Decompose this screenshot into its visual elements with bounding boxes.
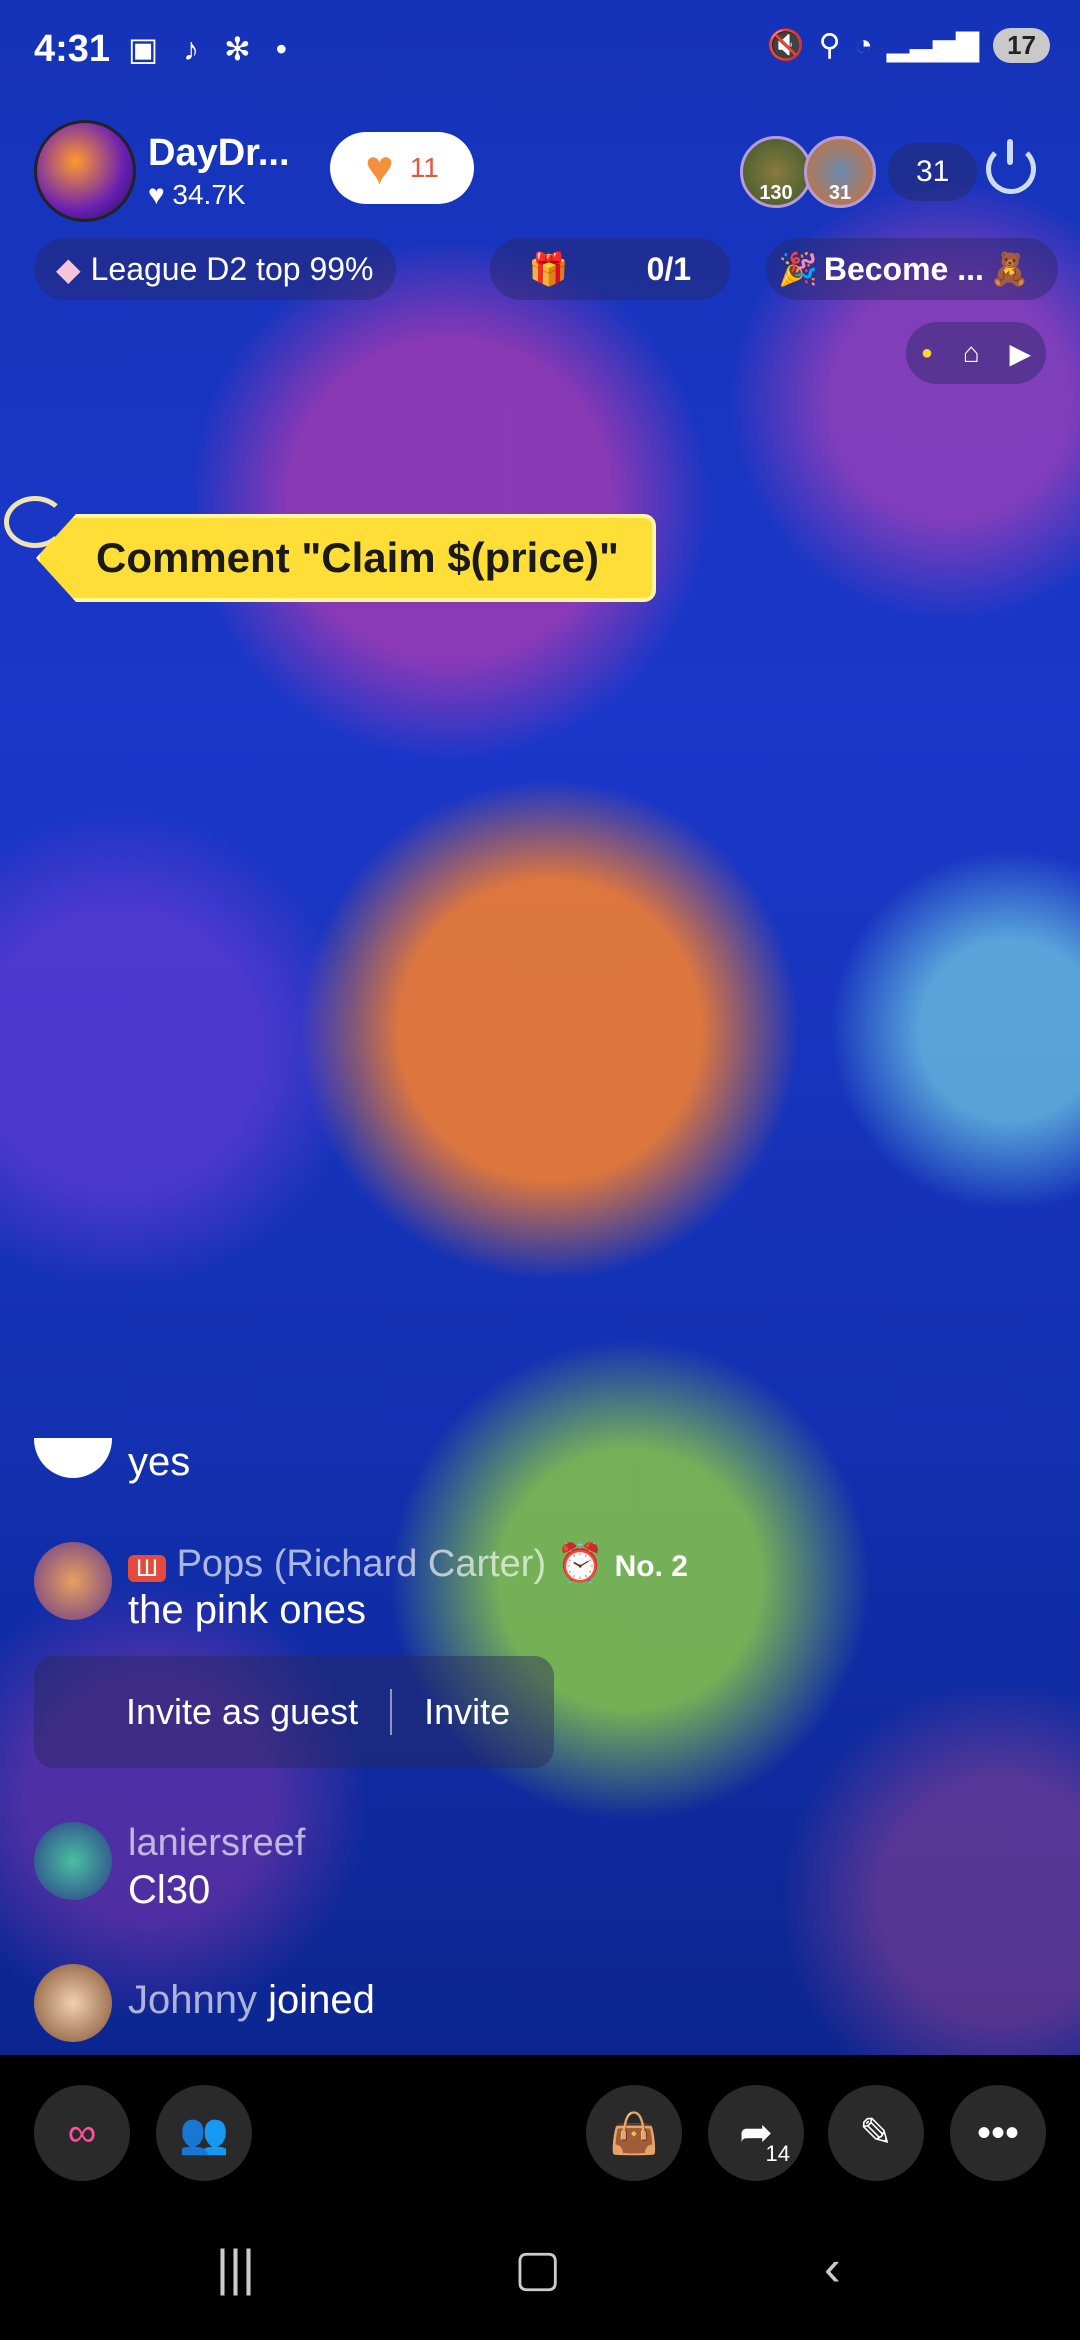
link-icon[interactable]: ∞ xyxy=(34,2085,130,2181)
mini-controls[interactable]: ● ⌂ ▶ xyxy=(906,322,1046,384)
bag-icon[interactable]: 👜 xyxy=(586,2085,682,2181)
viewer-badge: 31 xyxy=(828,182,852,204)
heart-icon: ♥ xyxy=(365,141,394,195)
become-label: Become ... xyxy=(823,250,984,287)
wifi-icon: ◔ xyxy=(854,28,873,62)
invite-separator xyxy=(390,1689,393,1735)
status-right: 🔇 ⚲ ◔ ▂▃▅▇ 17 xyxy=(767,28,1050,63)
host-avatar[interactable] xyxy=(34,120,136,222)
party-icon: 🎉 xyxy=(778,251,818,287)
power-icon[interactable] xyxy=(986,139,1036,194)
chat-username[interactable]: Ш Pops (Richard Carter) ⏰ No. 2 xyxy=(128,1542,688,1586)
status-notification-icons: ▣ ♪ ✻ • xyxy=(128,31,295,67)
bottom-toolbar: ∞ 👥 👜 ➦ 14 ✎ ••• xyxy=(0,2055,1080,2205)
claim-banner: Comment "Claim $(price)" xyxy=(36,514,656,602)
dot-icon: ● xyxy=(920,341,933,364)
invite-bar: Invite as guest Invite xyxy=(34,1656,554,1768)
follow-count: 11 xyxy=(409,152,439,183)
become-pill[interactable]: 🎉 Become ... 🧸 xyxy=(766,238,1058,300)
chat-message[interactable]: Ш Pops (Richard Carter) ⏰ No. 2 the pink… xyxy=(34,1542,934,1642)
magic-wand-icon[interactable]: ✎ xyxy=(828,2085,924,2181)
back-icon[interactable]: ‹ xyxy=(824,2239,841,2297)
viewer-badge: 130 xyxy=(759,182,793,204)
status-bar: 4:31 ▣ ♪ ✻ • 🔇 ⚲ ◔ ▂▃▅▇ 17 xyxy=(0,0,1080,100)
gift-goal-progress: 0/1 xyxy=(646,250,692,287)
mute-icon: 🔇 xyxy=(767,29,805,62)
play-icon[interactable]: ▶ xyxy=(1010,337,1032,370)
chat-text: yes xyxy=(128,1440,191,1484)
top-viewers[interactable]: 130 31 31 xyxy=(740,136,978,208)
viewer-avatar[interactable]: 31 xyxy=(804,136,876,208)
more-icon[interactable]: ••• xyxy=(950,2085,1046,2181)
follow-button[interactable]: ♥ 11 xyxy=(330,132,474,204)
host-likes-count: 34.7K xyxy=(172,178,246,210)
chat-text: the pink ones xyxy=(128,1588,366,1632)
chat-message[interactable]: Johnny joined xyxy=(34,1964,934,2064)
host-name: DayDr... xyxy=(148,131,290,174)
location-icon: ⚲ xyxy=(818,29,841,62)
chat-username[interactable]: laniersreef xyxy=(128,1822,305,1865)
people-icon[interactable]: 👥 xyxy=(156,2085,252,2181)
system-nav-bar: ||| ▢ ‹ xyxy=(0,2205,1080,2340)
home-live-icon[interactable]: ⌂ xyxy=(963,337,980,369)
clock-icon: ⏰ xyxy=(556,1543,605,1585)
viewer-count[interactable]: 31 xyxy=(888,143,978,201)
share-count: 14 xyxy=(765,2141,790,2166)
chat-join-text: joined xyxy=(268,1978,375,2022)
chat-avatar[interactable] xyxy=(34,1542,112,1620)
invite-button[interactable]: Invite xyxy=(424,1691,510,1733)
chat-avatar[interactable] xyxy=(34,1822,112,1900)
invite-guest-button[interactable]: Invite as guest xyxy=(126,1691,358,1733)
chat-username[interactable]: Johnny joined xyxy=(128,1978,375,2023)
heart-icon: ♥ xyxy=(148,178,165,210)
chat-text: Cl30 xyxy=(128,1868,211,1912)
share-icon[interactable]: ➦ 14 xyxy=(708,2085,804,2181)
chat-avatar[interactable] xyxy=(34,1964,112,2042)
diamond-icon: ◆ xyxy=(56,251,81,287)
signal-icon: ▂▃▅▇ xyxy=(886,29,980,62)
home-icon[interactable]: ▢ xyxy=(514,2239,561,2297)
gift-icon: 🎁 xyxy=(528,251,569,287)
chat-username-text: Pops (Richard Carter) xyxy=(176,1543,547,1585)
league-pill[interactable]: ◆ League D2 top 99% xyxy=(34,238,396,300)
status-time: 4:31 xyxy=(34,28,111,70)
rank-badge: No. 2 xyxy=(614,1550,688,1583)
recent-apps-icon[interactable]: ||| xyxy=(216,2239,255,2297)
viewer-avatar[interactable]: 130 xyxy=(740,136,812,208)
host-profile[interactable]: DayDr... ♥ 34.7K xyxy=(34,120,290,222)
host-likes: ♥ 34.7K xyxy=(148,179,290,211)
level-badge-icon: Ш xyxy=(128,1555,166,1582)
chat-message[interactable]: yes xyxy=(34,1420,934,1520)
chat-avatar[interactable] xyxy=(34,1438,112,1478)
gift-goal-pill[interactable]: 🎁 0/1 xyxy=(490,238,730,300)
league-label: League D2 top 99% xyxy=(90,250,374,287)
bear-icon: 🧸 xyxy=(989,251,1030,287)
battery-indicator: 17 xyxy=(993,28,1050,63)
chat-message[interactable]: laniersreef Cl30 xyxy=(34,1822,934,1922)
chat-username-text: Johnny xyxy=(128,1978,257,2022)
